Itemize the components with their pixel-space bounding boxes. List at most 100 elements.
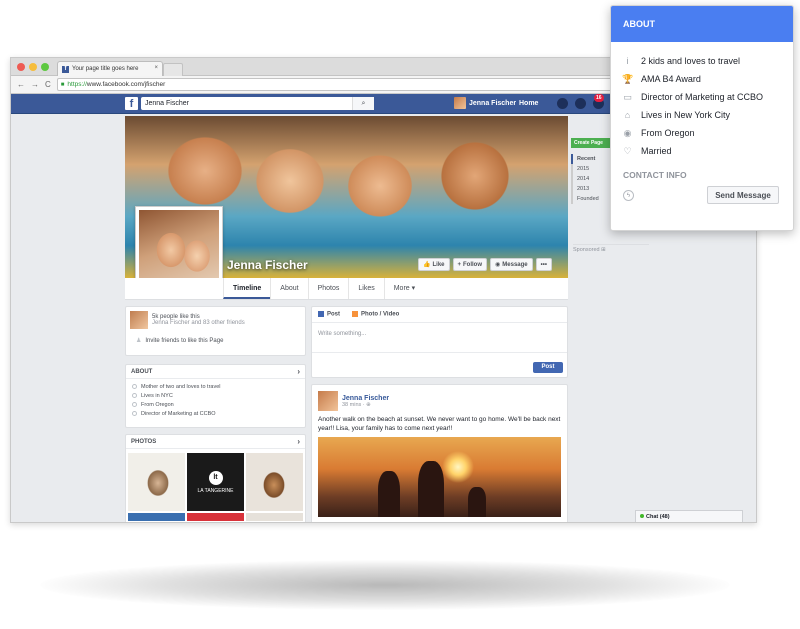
about-popup: ABOUT i 2 kids and loves to travel 🏆 AMA B… bbox=[610, 5, 794, 231]
chat-label: Chat (48) bbox=[646, 514, 670, 520]
about-item: Director of Marketing at CCBO bbox=[126, 409, 305, 418]
search-icon[interactable]: ⌕ bbox=[352, 97, 374, 110]
profile-link[interactable]: Jenna Fischer bbox=[454, 97, 516, 109]
message-button[interactable]: ◉ Message bbox=[490, 258, 533, 271]
photos-card-title: PHOTOS bbox=[131, 439, 157, 445]
composer-tab-photo[interactable]: Photo / Video bbox=[352, 311, 399, 318]
notification-badge: 16 bbox=[594, 94, 604, 102]
about-item: From Oregon bbox=[126, 400, 305, 409]
popup-item-text: 2 kids and loves to travel bbox=[641, 56, 741, 66]
browser-tab[interactable]: f Your page title goes here × bbox=[57, 61, 163, 76]
tab-photos[interactable]: Photos bbox=[307, 278, 349, 299]
facebook-favicon-icon: f bbox=[62, 65, 69, 73]
avatar bbox=[454, 97, 466, 109]
post-text: Another walk on the beach at sunset. We … bbox=[318, 416, 561, 432]
popup-about-item: i 2 kids and loves to travel bbox=[611, 52, 793, 70]
photo-thumbnail[interactable] bbox=[246, 513, 303, 521]
brand-logo-icon: lt bbox=[208, 470, 223, 485]
create-page-button[interactable]: Create Page bbox=[571, 138, 611, 148]
chevron-right-icon[interactable]: › bbox=[297, 435, 300, 449]
ad-choices-icon[interactable]: ⊞ bbox=[601, 247, 606, 253]
floor-shadow bbox=[40, 560, 730, 610]
home-icon bbox=[132, 393, 137, 398]
search-input[interactable]: Jenna Fischer ⌕ bbox=[141, 97, 374, 110]
sponsored-header: Sponsored ⊞ bbox=[573, 244, 649, 253]
about-item-text: Mother of two and loves to travel bbox=[141, 383, 221, 390]
facebook-logo-icon[interactable]: f bbox=[125, 97, 138, 110]
about-card-title: ABOUT bbox=[131, 369, 153, 375]
tab-timeline[interactable]: Timeline bbox=[223, 278, 271, 299]
photo-thumbnail[interactable] bbox=[128, 513, 185, 521]
post-composer: Post Photo / Video Write something... Po… bbox=[311, 306, 568, 378]
home-link[interactable]: Home bbox=[519, 100, 538, 107]
composer-tab-post[interactable]: Post bbox=[318, 311, 340, 318]
minimize-window-dot[interactable] bbox=[29, 63, 37, 71]
photo-thumbnail[interactable] bbox=[187, 513, 244, 521]
like-button[interactable]: 👍 Like bbox=[418, 258, 450, 271]
popup-item-text: Director of Marketing at CCBO bbox=[641, 92, 764, 102]
briefcase-icon: ▭ bbox=[623, 91, 632, 102]
camera-icon bbox=[352, 311, 359, 318]
post-image[interactable] bbox=[318, 437, 561, 517]
send-message-button[interactable]: Send Message bbox=[707, 186, 779, 204]
photo-thumbnail[interactable] bbox=[246, 453, 303, 511]
reload-icon[interactable]: C bbox=[45, 80, 51, 89]
tab-close-icon[interactable]: × bbox=[154, 65, 158, 71]
photos-card-header[interactable]: PHOTOS › bbox=[126, 435, 305, 449]
tab-more[interactable]: More ▾ bbox=[383, 278, 424, 299]
url-text: www.facebook.com/jfischer bbox=[86, 81, 166, 88]
photo-thumbnail[interactable] bbox=[128, 453, 185, 511]
friend-requests-icon[interactable] bbox=[557, 98, 568, 109]
post-timestamp[interactable]: 38 mins · bbox=[342, 402, 366, 408]
invite-friends-link[interactable]: Invite friends to like this Page bbox=[145, 338, 223, 344]
follow-button-label: Follow bbox=[463, 261, 483, 268]
about-card: ABOUT › Mother of two and loves to travel… bbox=[125, 364, 306, 428]
maximize-window-dot[interactable] bbox=[41, 63, 49, 71]
close-window-dot[interactable] bbox=[17, 63, 25, 71]
follow-icon: + bbox=[457, 261, 462, 268]
more-options-button[interactable]: ••• bbox=[535, 258, 552, 271]
popup-item-text: From Oregon bbox=[641, 128, 695, 138]
post-author[interactable]: Jenna Fischer bbox=[342, 395, 389, 402]
chevron-right-icon[interactable]: › bbox=[297, 365, 300, 379]
popup-title: ABOUT bbox=[611, 6, 793, 42]
about-item: Mother of two and loves to travel bbox=[126, 382, 305, 391]
back-arrow-icon[interactable]: ← bbox=[17, 80, 25, 89]
popup-about-item: ♡ Married bbox=[611, 142, 793, 160]
messenger-icon: ◉ bbox=[495, 262, 501, 268]
messages-icon[interactable] bbox=[575, 98, 586, 109]
likes-friends[interactable]: Jenna Fischer and 83 other friends bbox=[152, 320, 245, 326]
about-item: Lives in NYC bbox=[126, 391, 305, 400]
online-status-icon bbox=[640, 514, 644, 518]
location-pin-icon: ◉ bbox=[623, 127, 632, 138]
profile-name: Jenna Fischer bbox=[227, 258, 308, 272]
sponsored-label: Sponsored bbox=[573, 247, 600, 253]
pencil-icon bbox=[318, 311, 324, 318]
about-card-header[interactable]: ABOUT › bbox=[126, 365, 305, 379]
about-item-text: From Oregon bbox=[141, 401, 174, 408]
photo-thumbnail[interactable]: lt LA TANGERINE bbox=[187, 453, 244, 511]
profile-tabs: Timeline About Photos Likes More ▾ bbox=[125, 278, 568, 300]
composer-tab-post-label: Post bbox=[327, 311, 341, 318]
contact-info-title: CONTACT INFO bbox=[623, 170, 687, 180]
messenger-icon: ϟ bbox=[623, 189, 634, 201]
post-button[interactable]: Post bbox=[533, 362, 563, 373]
tab-likes[interactable]: Likes bbox=[348, 278, 383, 299]
thumbs-up-icon: 👍 bbox=[423, 262, 431, 268]
like-button-label: Like bbox=[432, 261, 445, 268]
home-icon: ⌂ bbox=[624, 109, 631, 120]
about-item-text: Lives in NYC bbox=[141, 392, 173, 399]
avatar[interactable] bbox=[318, 391, 338, 411]
tab-about[interactable]: About bbox=[270, 278, 307, 299]
heart-icon: ♡ bbox=[623, 145, 632, 156]
left-gutter bbox=[11, 114, 125, 522]
forward-arrow-icon[interactable]: → bbox=[31, 80, 39, 89]
follow-button[interactable]: + Follow bbox=[452, 258, 488, 271]
message-button-label: Message bbox=[502, 261, 528, 268]
composer-input[interactable]: Write something... bbox=[312, 323, 567, 353]
lock-icon: ■ bbox=[60, 81, 65, 88]
new-tab-button[interactable] bbox=[163, 63, 183, 76]
popup-about-item: 🏆 AMA B4 Award bbox=[611, 70, 793, 88]
chat-bar[interactable]: Chat (48) bbox=[635, 510, 743, 522]
trophy-icon: 🏆 bbox=[622, 73, 634, 84]
